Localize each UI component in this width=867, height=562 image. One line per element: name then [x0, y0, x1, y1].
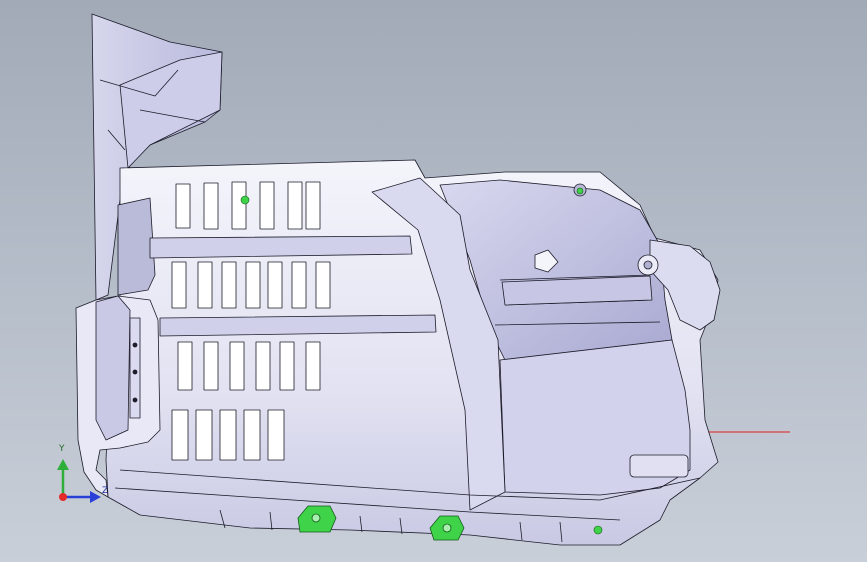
triad-y-label: Y — [59, 444, 65, 454]
triad-z-label: Z — [102, 486, 109, 496]
triad-y-arrow-icon — [57, 459, 69, 470]
cad-3d-viewport[interactable]: Y Z — [0, 0, 867, 562]
triad-x-arrow-icon — [90, 491, 101, 503]
green-clip-small-right[interactable] — [593, 525, 603, 535]
triad-origin — [59, 493, 67, 501]
left-side-panel — [117, 197, 156, 296]
part-model — [75, 13, 721, 546]
part-model-drawing[interactable] — [0, 0, 867, 562]
